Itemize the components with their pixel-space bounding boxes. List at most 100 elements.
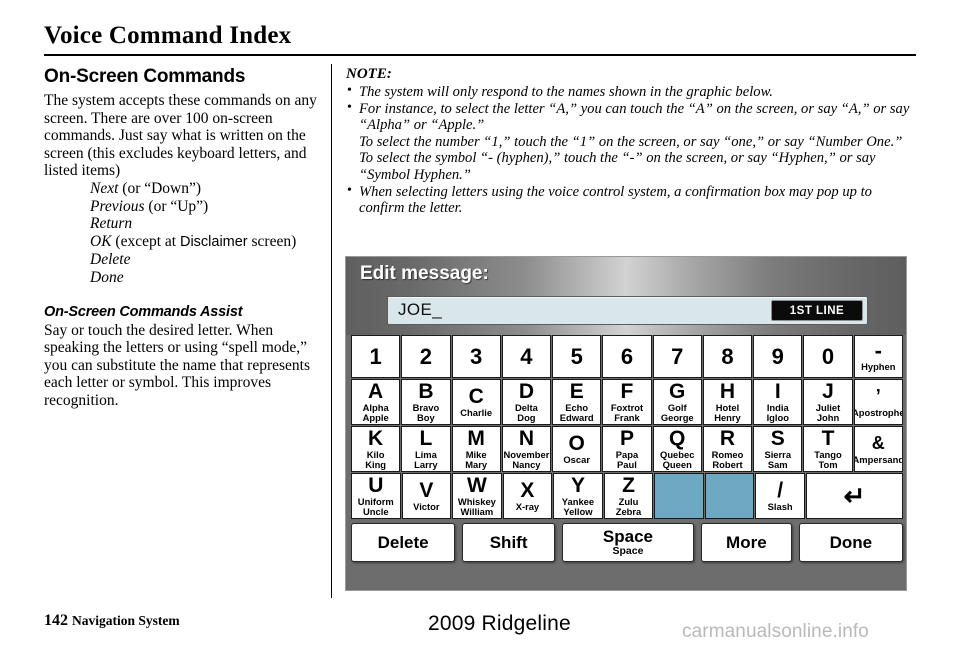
shift-button[interactable]: Shift bbox=[462, 523, 555, 562]
key-glyph: & bbox=[871, 432, 885, 453]
done-button[interactable]: Done bbox=[798, 523, 904, 562]
key-l[interactable]: L Lima Larry bbox=[401, 426, 451, 472]
key-i[interactable]: I India Igloo bbox=[753, 379, 803, 425]
key-b[interactable]: B Bravo Boy bbox=[401, 379, 451, 425]
key-glyph: 1 bbox=[369, 344, 382, 369]
screen-header: Edit message: JOE_ 1ST LINE bbox=[346, 257, 906, 335]
key-sublabel: Frank bbox=[614, 412, 640, 423]
footer-page-info: 142 Navigation System bbox=[44, 612, 180, 630]
key-h[interactable]: H Hotel Henry bbox=[702, 379, 753, 425]
key-sublabels: Kilo King bbox=[365, 449, 387, 471]
key-u[interactable]: U Uniform Uncle bbox=[351, 473, 401, 519]
key-8[interactable]: 8 bbox=[702, 335, 753, 378]
key-s[interactable]: S Sierra Sam bbox=[753, 426, 803, 472]
key-c[interactable]: C Charlie bbox=[451, 379, 501, 425]
key-n[interactable]: N November Nancy bbox=[501, 426, 552, 472]
key-sublabels: Slash bbox=[768, 501, 793, 512]
keyboard-row: 1 2 3 4 5 6 7 8 9 0 - Hyphen bbox=[351, 335, 903, 378]
key-sublabel: Victor bbox=[413, 500, 440, 512]
key-sublabels: Charlie bbox=[460, 407, 492, 418]
message-text-value: JOE_ bbox=[398, 300, 443, 319]
key-m[interactable]: M Mike Mary bbox=[451, 426, 501, 472]
note-subtext: To select the symbol “- (hyphen),” touch… bbox=[359, 150, 876, 183]
key-sublabels: Oscar bbox=[563, 454, 590, 465]
key-symbol[interactable]: / Slash bbox=[755, 473, 805, 519]
note-column: NOTE: • The system will only respond to t… bbox=[346, 66, 918, 217]
key-f[interactable]: F Foxtrot Frank bbox=[602, 379, 652, 425]
key-return[interactable]: ↵ bbox=[805, 473, 904, 519]
note-item: • When selecting letters using the voice … bbox=[346, 182, 918, 217]
key-2[interactable]: 2 bbox=[401, 335, 451, 378]
key-glyph: Q bbox=[669, 426, 686, 450]
key-k[interactable]: K Kilo King bbox=[351, 426, 401, 472]
key-sublabel: Zebra bbox=[615, 506, 642, 517]
title-rule bbox=[44, 54, 916, 56]
line-indicator-badge[interactable]: 1ST LINE bbox=[771, 300, 863, 321]
key-sublabels: Hyphen bbox=[861, 361, 895, 372]
key-sublabels: X-ray bbox=[516, 501, 539, 512]
key-symbol[interactable]: - Hyphen bbox=[853, 335, 903, 378]
key-z[interactable]: Z Zulu Zebra bbox=[603, 473, 654, 519]
message-text-field[interactable]: JOE_ 1ST LINE bbox=[387, 296, 868, 325]
key-v[interactable]: V Victor bbox=[401, 473, 452, 519]
key-glyph: F bbox=[620, 379, 634, 403]
key-d[interactable]: D Delta Dog bbox=[501, 379, 552, 425]
key-sublabel: Dog bbox=[517, 412, 536, 423]
key-6[interactable]: 6 bbox=[602, 335, 652, 378]
key-5[interactable]: 5 bbox=[552, 335, 602, 378]
bullet-icon: • bbox=[347, 83, 352, 98]
assist-heading: On-Screen Commands Assist bbox=[44, 303, 243, 320]
key-sublabel: Igloo bbox=[766, 412, 789, 423]
key-glyph: 2 bbox=[419, 344, 433, 369]
return-arrow-icon: ↵ bbox=[843, 481, 866, 511]
key-sublabel: King bbox=[365, 459, 387, 470]
key-sublabel: Tom bbox=[818, 459, 838, 470]
key-g[interactable]: G Golf George bbox=[652, 379, 702, 425]
key-glyph: R bbox=[719, 426, 736, 450]
key-e[interactable]: E Echo Edward bbox=[552, 379, 602, 425]
action-label: Space bbox=[602, 527, 654, 546]
key-glyph: 8 bbox=[721, 344, 734, 369]
key-q[interactable]: Q Quebec Queen bbox=[652, 426, 702, 472]
key-t[interactable]: T Tango Tom bbox=[803, 426, 853, 472]
key-sublabels: Ampersand bbox=[855, 454, 902, 465]
note-item: • For instance, to select the letter “A,”… bbox=[346, 100, 918, 184]
key-w[interactable]: W Whiskey William bbox=[452, 473, 502, 519]
key-x[interactable]: X X-ray bbox=[502, 473, 553, 519]
key-1[interactable]: 1 bbox=[351, 335, 401, 378]
key-0[interactable]: 0 bbox=[803, 335, 853, 378]
footer-model: 2009 Ridgeline bbox=[428, 612, 571, 635]
voice-command-name: Delete bbox=[90, 251, 131, 269]
key-p[interactable]: P Papa Paul bbox=[602, 426, 652, 472]
key-sublabels: Papa Paul bbox=[616, 449, 638, 471]
more-button[interactable]: More bbox=[700, 523, 792, 562]
key-7[interactable]: 7 bbox=[652, 335, 702, 378]
key-a[interactable]: A Alpha Apple bbox=[351, 379, 401, 425]
delete-button[interactable]: Delete bbox=[351, 523, 456, 562]
key-glyph: 6 bbox=[620, 344, 634, 369]
space-button[interactable]: Space Space bbox=[562, 523, 694, 562]
key-sublabels: India Igloo bbox=[766, 402, 789, 424]
key-sublabels: Lima Larry bbox=[414, 449, 437, 471]
on-screen-keyboard: 1 2 3 4 5 6 7 8 9 0- Hyphen A Alpha Apple B Bravo Boy C Ch… bbox=[351, 335, 904, 564]
action-label: Shift bbox=[489, 532, 528, 552]
key-sublabels: Quebec Queen bbox=[660, 449, 694, 471]
key-sublabel: Boy bbox=[417, 412, 435, 423]
note-item-text: When selecting letters using the voice c… bbox=[359, 183, 872, 217]
voice-command-item: Next (or “Down”) bbox=[90, 179, 202, 197]
key-4[interactable]: 4 bbox=[501, 335, 552, 378]
key-disabled bbox=[654, 473, 704, 519]
key-j[interactable]: J Juliet John bbox=[803, 379, 853, 425]
key-3[interactable]: 3 bbox=[451, 335, 501, 378]
key-o[interactable]: O Oscar bbox=[552, 426, 602, 472]
key-9[interactable]: 9 bbox=[753, 335, 803, 378]
key-y[interactable]: Y Yankee Yellow bbox=[553, 473, 603, 519]
note-list: • The system will only respond to the nam… bbox=[346, 83, 918, 217]
key-symbol[interactable]: & Ampersand bbox=[853, 426, 903, 472]
bullet-icon: • bbox=[347, 182, 352, 198]
key-sublabels: Victor bbox=[413, 500, 440, 512]
key-glyph: C bbox=[468, 384, 484, 408]
key-r[interactable]: R Romeo Robert bbox=[702, 426, 753, 472]
key-symbol[interactable]: ’ Apostrophe bbox=[853, 379, 903, 425]
key-glyph: M bbox=[467, 426, 485, 450]
